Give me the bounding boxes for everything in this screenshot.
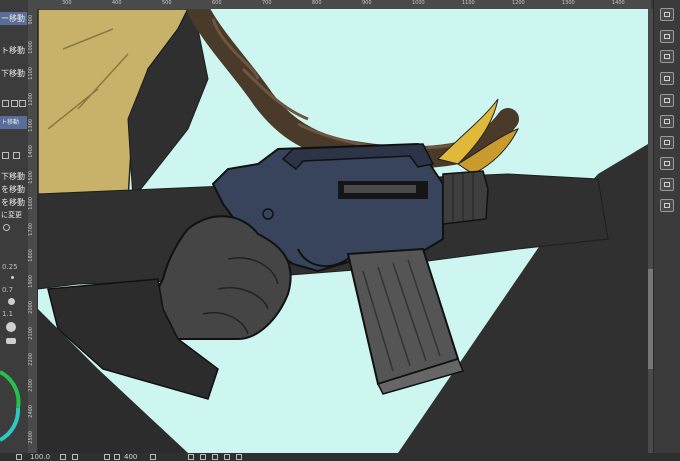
ruler-tick: 2000 — [28, 301, 34, 314]
brush-size-icon[interactable] — [3, 224, 10, 231]
ruler-tick: 400 — [112, 0, 122, 6]
size-dot-3[interactable] — [6, 322, 16, 332]
folder-icon[interactable] — [660, 30, 674, 43]
ruler-tick: 1000 — [28, 41, 34, 54]
tool-option-7[interactable]: を移動 — [0, 196, 27, 209]
ruler-tick: 1100 — [462, 0, 475, 6]
settings-icon[interactable] — [660, 157, 674, 170]
redo-icon[interactable] — [236, 454, 242, 460]
ruler-tick: 2200 — [28, 353, 34, 366]
ruler-tick: 1900 — [28, 275, 34, 288]
ruler-tick: 800 — [312, 0, 322, 6]
size-value-2[interactable]: 0.7 — [2, 286, 13, 294]
ruler-tick: 1300 — [562, 0, 575, 6]
ruler-tick: 900 — [362, 0, 372, 6]
tool-property-panel: ー移動 ト移動 下移動 ト移動 下移動 を移動 を移動 に変更 0.25 0.7… — [0, 0, 29, 461]
ruler-tick: 600 — [212, 0, 222, 6]
ruler-tick: 2100 — [28, 327, 34, 340]
ruler-tick: 1400 — [612, 0, 625, 6]
tool-option-5[interactable]: 下移動 — [0, 170, 27, 183]
tool-option-2[interactable]: ト移動 — [0, 44, 27, 57]
ruler-tick: 1400 — [28, 145, 34, 158]
size-dot-4[interactable] — [6, 338, 16, 344]
ruler-tick: 1700 — [28, 223, 34, 236]
copy-icon[interactable] — [11, 100, 18, 107]
ruler-tick: 2400 — [28, 405, 34, 418]
ruler-tick: 300 — [62, 0, 72, 6]
flip-horizontal-icon[interactable] — [188, 454, 194, 460]
flip-vertical-icon[interactable] — [200, 454, 206, 460]
rotate-left-icon[interactable] — [104, 454, 110, 460]
ruler-tick: 1200 — [28, 93, 34, 106]
reset-icon[interactable] — [150, 454, 156, 460]
size-dot-2[interactable] — [8, 298, 15, 305]
ruler-tick: 700 — [262, 0, 272, 6]
rotate-right-icon[interactable] — [114, 454, 120, 460]
tool-option-8[interactable]: に変更 — [0, 209, 27, 222]
fit-icon[interactable] — [212, 454, 218, 460]
ruler-tick: 1000 — [412, 0, 425, 6]
undo-icon[interactable] — [224, 454, 230, 460]
ruler-tick: 1600 — [28, 197, 34, 210]
copy-icon[interactable] — [660, 72, 674, 85]
tool-option-1[interactable]: ー移動 — [0, 12, 27, 25]
ruler-tick: 2300 — [28, 379, 34, 392]
ruler-tick: 1200 — [512, 0, 525, 6]
zoom-out-icon[interactable] — [60, 454, 66, 460]
tool-option-6[interactable]: を移動 — [0, 183, 27, 196]
ruler-tick: 1100 — [28, 67, 34, 80]
grid-icon[interactable] — [2, 152, 9, 159]
ruler-tick: 900 — [28, 15, 34, 25]
size-value-1[interactable]: 0.25 — [2, 263, 18, 271]
frame-icon[interactable] — [660, 115, 674, 128]
brush-icon[interactable] — [2, 100, 9, 107]
artwork — [38, 9, 648, 453]
tool-option-4[interactable]: ト移動 — [0, 116, 27, 129]
size-value-3[interactable]: 1.1 — [2, 310, 13, 318]
chevron-down-icon[interactable] — [13, 152, 20, 159]
vertical-ruler: 900 1000 1100 1200 1300 1400 1500 1600 1… — [28, 9, 38, 453]
navigator-icon[interactable] — [16, 454, 22, 460]
delete-icon[interactable] — [660, 50, 674, 63]
ruler-tick: 1500 — [28, 171, 34, 184]
delete-icon[interactable] — [19, 100, 26, 107]
position-value[interactable]: 400 — [124, 453, 137, 461]
size-dot-1[interactable] — [11, 276, 14, 279]
ruler-tick: 2500 — [28, 431, 34, 444]
lock-icon[interactable] — [660, 178, 674, 191]
zoom-value[interactable]: 100.0 — [30, 453, 50, 461]
zoom-in-icon[interactable] — [72, 454, 78, 460]
ruler-tick: 1800 — [28, 249, 34, 262]
color-wheel[interactable] — [0, 368, 28, 444]
drawing-canvas[interactable] — [38, 9, 648, 453]
ruler-tick: 1300 — [28, 119, 34, 132]
tool-option-3[interactable]: 下移動 — [0, 67, 27, 80]
layer-icon[interactable] — [660, 8, 674, 21]
export-icon[interactable] — [660, 199, 674, 212]
flip-icon[interactable] — [660, 136, 674, 149]
merge-icon[interactable] — [660, 94, 674, 107]
status-bar: 100.0 400 — [0, 453, 680, 461]
ruler-tick: 500 — [162, 0, 172, 6]
layer-tools-panel — [653, 0, 680, 461]
